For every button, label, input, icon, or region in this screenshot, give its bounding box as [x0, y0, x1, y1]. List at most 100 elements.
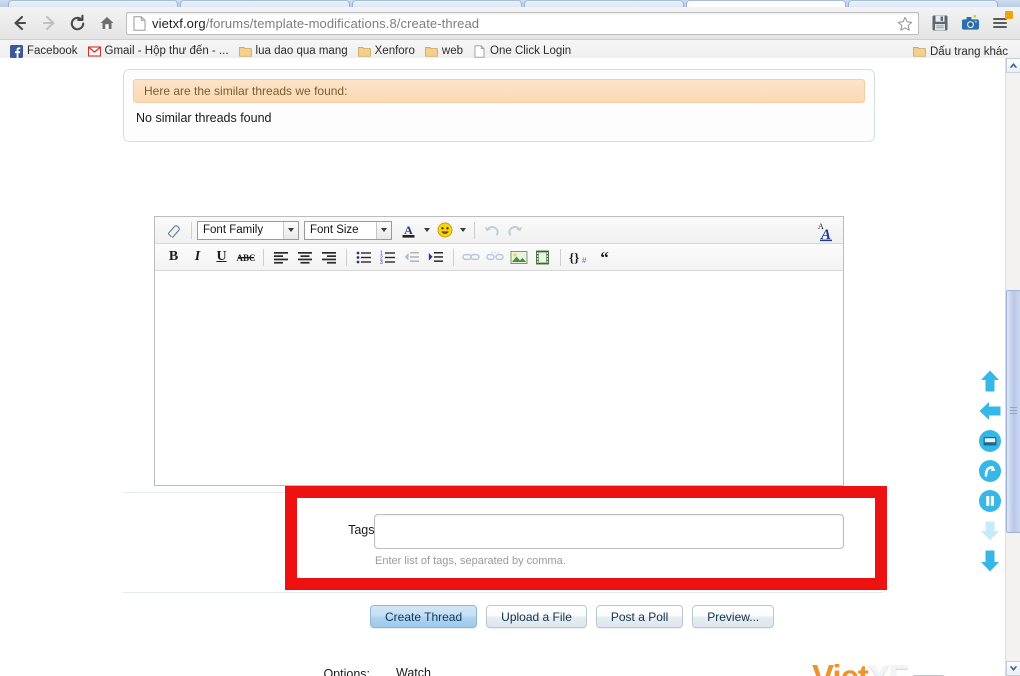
- home-icon[interactable]: [93, 10, 120, 36]
- vietxf-logo: VietXF.org Cộng đồng XenForo: [812, 658, 992, 676]
- pause-icon[interactable]: [977, 488, 1003, 514]
- browser-tab[interactable]: [524, 0, 684, 7]
- browser-tab[interactable]: [8, 0, 178, 7]
- scroll-top-arrow-icon[interactable]: [977, 368, 1003, 394]
- svg-text:3: 3: [380, 260, 383, 264]
- align-left-button[interactable]: [269, 247, 292, 268]
- address-bar[interactable]: vietxf.org/forums/template-modifications…: [126, 11, 919, 37]
- rich-text-editor: Font Family Font Size A A A B I U ABC 1 …: [154, 216, 844, 486]
- bookmark-folder-xenforo[interactable]: Xenforo: [354, 43, 421, 60]
- reload-icon[interactable]: [64, 10, 91, 36]
- mail-icon[interactable]: [977, 428, 1003, 454]
- insert-link-button[interactable]: [459, 247, 482, 268]
- align-center-button[interactable]: [293, 247, 316, 268]
- remove-link-button[interactable]: [483, 247, 506, 268]
- insert-media-button[interactable]: [531, 247, 554, 268]
- toolbar-separator: [263, 248, 264, 266]
- svg-text:{}: {}: [569, 250, 579, 265]
- page-icon: [133, 15, 146, 31]
- scrollbar-up-arrow-icon[interactable]: [1006, 58, 1020, 73]
- insert-quote-button[interactable]: “: [593, 247, 616, 268]
- logo-part-viet: Viet: [812, 658, 869, 676]
- download-icon[interactable]: [977, 518, 1003, 544]
- page-viewport: Here are the similar threads we found: N…: [0, 58, 1020, 676]
- bookmark-item-one-click-login[interactable]: One Click Login: [469, 43, 577, 60]
- toolbar-separator: [560, 248, 561, 266]
- indent-button[interactable]: [424, 247, 447, 268]
- font-size-value: Font Size: [310, 224, 359, 236]
- chevron-down-icon[interactable]: [283, 221, 298, 239]
- folder-icon: [425, 46, 438, 57]
- url-text[interactable]: vietxf.org/forums/template-modifications…: [152, 16, 479, 31]
- browser-tab[interactable]: [352, 0, 522, 7]
- insert-code-button[interactable]: {} #: [566, 247, 592, 268]
- editor-toolbar-row-2: B I U ABC 1 2 3 {} # “: [155, 244, 843, 271]
- bookmark-item-facebook[interactable]: Facebook: [6, 43, 84, 60]
- bookmark-star-icon[interactable]: [897, 16, 913, 37]
- upload-a-file-button[interactable]: Upload a File: [486, 605, 587, 628]
- similar-threads-result: No similar threads found: [136, 111, 272, 125]
- forward-arrow-icon[interactable]: [35, 10, 62, 36]
- form-actions: Create Thread Upload a File Post a Poll …: [370, 605, 775, 628]
- font-family-select[interactable]: Font Family: [197, 220, 299, 240]
- vertical-scrollbar[interactable]: [1005, 58, 1020, 676]
- align-right-button[interactable]: [317, 247, 340, 268]
- svg-text:#: #: [582, 256, 587, 265]
- tags-row: Tags: Enter list of tags, separated by c…: [300, 514, 860, 576]
- scrollbar-thumb[interactable]: [1006, 290, 1020, 533]
- chevron-down-icon[interactable]: [376, 221, 391, 239]
- outdent-button[interactable]: [400, 247, 423, 268]
- insert-image-button[interactable]: [507, 247, 530, 268]
- toolbar-separator: [191, 221, 192, 239]
- scroll-bottom-arrow-icon[interactable]: [977, 548, 1003, 574]
- back-arrow-icon[interactable]: [6, 10, 33, 36]
- message-body-textarea[interactable]: [155, 271, 843, 485]
- back-arrow-icon[interactable]: [977, 398, 1003, 424]
- url-path: /forums/template-modifications.8/create-…: [205, 15, 480, 31]
- smiley-chevron-down-icon[interactable]: [457, 220, 468, 241]
- font-size-select[interactable]: Font Size: [304, 220, 392, 240]
- bookmark-label: Xenforo: [374, 45, 415, 57]
- floating-side-toolbar: [975, 368, 1005, 574]
- menu-update-badge: [1005, 11, 1013, 19]
- refresh-icon[interactable]: [977, 458, 1003, 484]
- text-color-chevron-down-icon[interactable]: [421, 220, 432, 241]
- eraser-icon[interactable]: [162, 220, 185, 241]
- save-page-icon[interactable]: [926, 10, 954, 36]
- editor-toolbar-row-1: Font Family Font Size A A A: [155, 217, 843, 244]
- toolbar-separator: [453, 248, 454, 266]
- redo-icon[interactable]: [504, 220, 527, 241]
- create-thread-page: Here are the similar threads we found: N…: [0, 58, 1005, 676]
- watch-thread-option[interactable]: Watch this thread...: [378, 666, 442, 676]
- italic-button[interactable]: I: [186, 247, 209, 268]
- editor-toolbar-row-1-right: A A: [810, 217, 843, 244]
- page-icon: [474, 44, 485, 58]
- text-color-icon[interactable]: A: [397, 220, 420, 241]
- preview-button[interactable]: Preview...: [692, 605, 775, 628]
- tags-input[interactable]: [374, 514, 844, 549]
- bookmark-item-gmail[interactable]: Gmail - Hộp thư đến - ...: [84, 43, 235, 60]
- create-thread-button[interactable]: Create Thread: [370, 605, 478, 628]
- underline-button[interactable]: U: [210, 247, 233, 268]
- undo-icon[interactable]: [480, 220, 503, 241]
- screenshot-camera-icon[interactable]: [956, 10, 984, 36]
- browser-tab[interactable]: [848, 0, 998, 7]
- bookmark-label: Facebook: [27, 45, 78, 57]
- svg-text:A: A: [404, 223, 413, 237]
- chrome-menu-icon[interactable]: [986, 10, 1014, 36]
- numbered-list-button[interactable]: 1 2 3: [376, 247, 399, 268]
- bold-button[interactable]: B: [162, 247, 185, 268]
- facebook-icon: [10, 44, 23, 58]
- browser-tab[interactable]: [180, 0, 350, 7]
- post-a-poll-button[interactable]: Post a Poll: [595, 605, 684, 628]
- bullet-list-button[interactable]: [352, 247, 375, 268]
- bookmark-folder-lua-dao-qua-mang[interactable]: lua dao qua mang: [235, 43, 354, 60]
- toggle-bbcode-icon[interactable]: A A: [810, 218, 838, 244]
- browser-tab-active[interactable]: [686, 0, 846, 7]
- scrollbar-down-arrow-icon[interactable]: [1006, 661, 1020, 676]
- strikethrough-button[interactable]: ABC: [234, 247, 257, 268]
- tags-hint: Enter list of tags, separated by comma.: [375, 555, 566, 567]
- bookmark-folder-web[interactable]: web: [421, 43, 469, 60]
- tab-strip[interactable]: [0, 0, 1020, 7]
- smiley-icon[interactable]: [433, 220, 456, 241]
